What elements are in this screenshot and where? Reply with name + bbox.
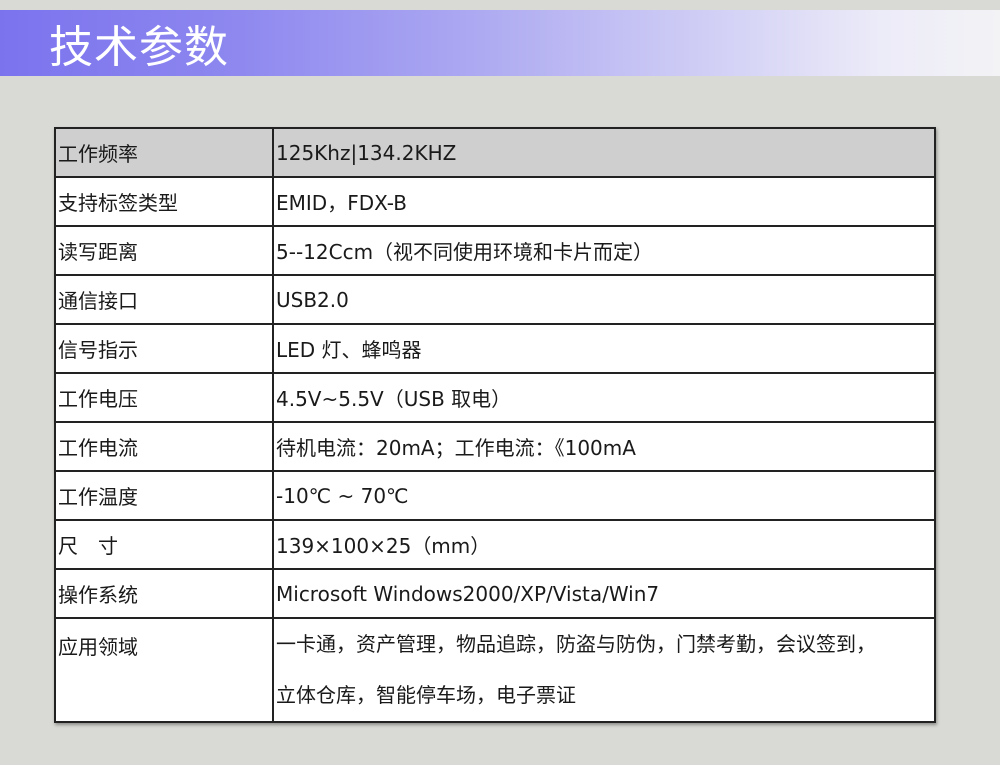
table-row: 尺 寸 139×100×25（mm） bbox=[54, 519, 936, 570]
row-value: 139×100×25（mm） bbox=[272, 519, 936, 570]
row-label: 工作电压 bbox=[54, 372, 274, 423]
row-label: 读写距离 bbox=[54, 225, 274, 276]
table-row: 操作系统 Microsoft Windows2000/XP/Vista/Win7 bbox=[54, 568, 936, 619]
value-line: 一卡通，资产管理，物品追踪，防盗与防伪，门禁考勤，会议签到， bbox=[276, 632, 876, 656]
row-label: 工作频率 bbox=[54, 127, 274, 178]
page-title: 技术参数 bbox=[49, 22, 229, 73]
table-row: 应用领域 一卡通，资产管理，物品追踪，防盗与防伪，门禁考勤，会议签到， 立体仓库… bbox=[54, 617, 936, 723]
row-label: 通信接口 bbox=[54, 274, 274, 325]
row-value: 125Khz|134.2KHZ bbox=[272, 127, 936, 178]
row-value: 4.5V~5.5V（USB 取电） bbox=[272, 372, 936, 423]
table-row: 信号指示 LED 灯、蜂鸣器 bbox=[54, 323, 936, 374]
table-row: 工作电压 4.5V~5.5V（USB 取电） bbox=[54, 372, 936, 423]
row-label: 工作温度 bbox=[54, 470, 274, 521]
row-label: 应用领域 bbox=[54, 617, 274, 723]
row-label: 操作系统 bbox=[54, 568, 274, 619]
row-value: 5--12Ccm（视不同使用环境和卡片而定） bbox=[272, 225, 936, 276]
row-label: 信号指示 bbox=[54, 323, 274, 374]
row-value: 一卡通，资产管理，物品追踪，防盗与防伪，门禁考勤，会议签到， 立体仓库，智能停车… bbox=[272, 617, 936, 723]
table-row: 工作温度 -10℃ ~ 70℃ bbox=[54, 470, 936, 521]
title-banner: 技术参数 bbox=[0, 10, 1000, 76]
table-row: 支持标签类型 EMID，FDX-B bbox=[54, 176, 936, 227]
table-row: 通信接口 USB2.0 bbox=[54, 274, 936, 325]
row-value: Microsoft Windows2000/XP/Vista/Win7 bbox=[272, 568, 936, 619]
row-value: LED 灯、蜂鸣器 bbox=[272, 323, 936, 374]
table-row: 读写距离 5--12Ccm（视不同使用环境和卡片而定） bbox=[54, 225, 936, 276]
row-value: 待机电流：20mA；工作电流：《100mA bbox=[272, 421, 936, 472]
row-value: EMID，FDX-B bbox=[272, 176, 936, 227]
table-row: 工作频率 125Khz|134.2KHZ bbox=[54, 127, 936, 178]
row-label: 工作电流 bbox=[54, 421, 274, 472]
row-value: USB2.0 bbox=[272, 274, 936, 325]
value-line: 立体仓库，智能停车场，电子票证 bbox=[276, 683, 576, 707]
table-row: 工作电流 待机电流：20mA；工作电流：《100mA bbox=[54, 421, 936, 472]
row-value: -10℃ ~ 70℃ bbox=[272, 470, 936, 521]
row-label: 尺 寸 bbox=[54, 519, 274, 570]
top-strip bbox=[0, 0, 1000, 10]
spec-table: 工作频率 125Khz|134.2KHZ 支持标签类型 EMID，FDX-B 读… bbox=[54, 127, 936, 723]
row-label: 支持标签类型 bbox=[54, 176, 274, 227]
